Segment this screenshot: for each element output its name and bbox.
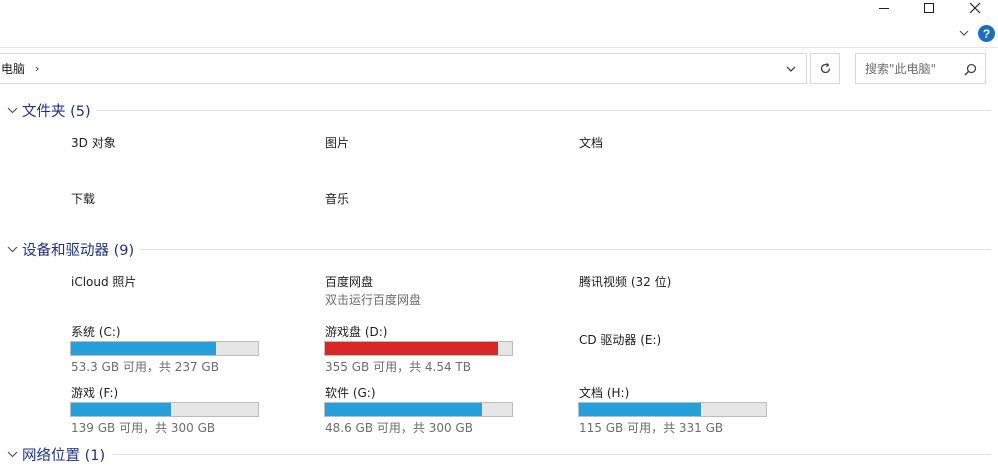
chevron-down-icon [786, 66, 796, 72]
drive-c-usage-bar [70, 341, 259, 356]
drive-f-usage-bar [70, 402, 259, 417]
group-title: 网络位置 (1) [22, 447, 106, 464]
drive-c-usage-text: 53.3 GB 可用，共 237 GB [71, 360, 219, 374]
drive-usage-fill [325, 342, 498, 355]
drive-usage-fill [71, 403, 172, 416]
address-history-dropdown[interactable] [784, 62, 798, 76]
folder-pictures[interactable]: 图片 [325, 134, 349, 151]
folder-music[interactable]: 音乐 [325, 190, 349, 207]
drive-f-usage-text: 139 GB 可用，共 300 GB [71, 421, 216, 435]
device-tencent-video[interactable]: 腾讯视频 (32 位) [579, 273, 671, 290]
drive-g-usage-text: 48.6 GB 可用，共 300 GB [325, 421, 473, 435]
chevron-down-icon [959, 30, 969, 36]
close-button[interactable] [952, 0, 998, 16]
breadcrumb-this-pc[interactable]: 电脑 [1, 60, 25, 77]
drive-usage-fill [579, 403, 702, 416]
drive-h-usage-text: 115 GB 可用，共 331 GB [579, 421, 724, 435]
drive-usage-fill [71, 342, 216, 355]
drive-g-label[interactable]: 软件 (G:) [325, 384, 376, 401]
chevron-down-icon [6, 104, 18, 116]
drive-g-usage-bar [324, 402, 513, 417]
folder-documents[interactable]: 文档 [579, 134, 603, 151]
chevron-down-icon [6, 243, 18, 255]
drive-d-usage-bar [324, 341, 513, 356]
help-icon[interactable]: ? [978, 25, 995, 42]
device-baidu-netdisk[interactable]: 百度网盘 [325, 273, 373, 290]
address-bar[interactable]: 电脑 › [0, 53, 807, 84]
maximize-icon [924, 3, 934, 13]
drive-h-usage-bar [578, 402, 767, 417]
group-divider [112, 454, 991, 455]
folder-3d-objects[interactable]: 3D 对象 [71, 134, 116, 151]
refresh-button[interactable] [810, 53, 840, 84]
chevron-down-icon [6, 448, 18, 460]
group-header-network[interactable]: 网络位置 (1) [6, 444, 105, 464]
drive-usage-fill [325, 403, 482, 416]
group-header-devices[interactable]: 设备和驱动器 (9) [6, 239, 134, 259]
search-icon[interactable] [964, 63, 977, 76]
drive-d-label[interactable]: 游戏盘 (D:) [325, 323, 387, 340]
folder-downloads[interactable]: 下载 [71, 190, 95, 207]
group-title: 文件夹 (5) [22, 103, 91, 120]
maximize-button[interactable] [906, 0, 952, 16]
search-placeholder: 搜索"此电脑" [865, 62, 937, 76]
refresh-icon [820, 62, 830, 74]
drive-f-label[interactable]: 游戏 (F:) [71, 384, 118, 401]
minimize-icon [879, 8, 889, 9]
drive-h-label[interactable]: 文档 (H:) [579, 384, 629, 401]
breadcrumb-separator[interactable]: › [35, 62, 39, 75]
drive-d-usage-text: 355 GB 可用，共 4.54 TB [325, 360, 471, 374]
drive-e-label[interactable]: CD 驱动器 (E:) [579, 331, 661, 348]
drive-c-label[interactable]: 系统 (C:) [71, 323, 121, 340]
group-divider [140, 249, 991, 250]
ribbon-divider [0, 47, 998, 48]
device-icloud-photos[interactable]: iCloud 照片 [71, 273, 136, 290]
device-baidu-netdisk-desc: 双击运行百度网盘 [325, 293, 422, 307]
group-header-folders[interactable]: 文件夹 (5) [6, 100, 91, 120]
search-input[interactable]: 搜索"此电脑" [855, 53, 986, 84]
group-divider [96, 110, 991, 111]
ribbon-expand-button[interactable] [957, 26, 971, 40]
group-title: 设备和驱动器 (9) [22, 242, 135, 259]
close-icon [969, 2, 981, 14]
minimize-button[interactable] [861, 0, 907, 16]
